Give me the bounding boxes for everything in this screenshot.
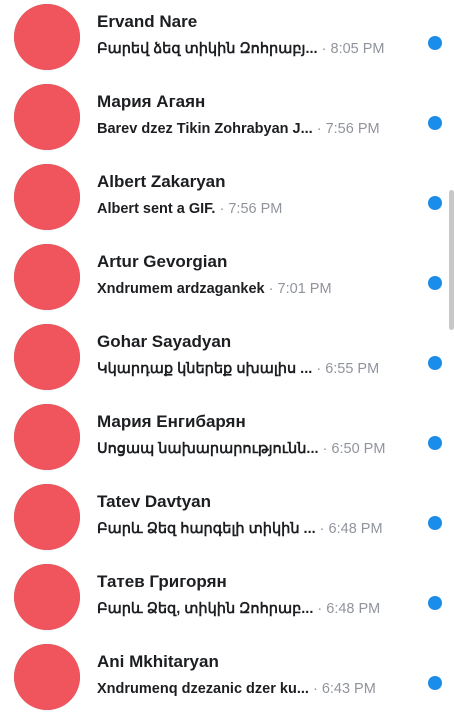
message-preview: Albert sent a GIF.: [97, 201, 216, 217]
scrollbar-thumb[interactable]: [449, 190, 454, 330]
unread-dot-icon: [428, 356, 442, 370]
conversation-row[interactable]: Мария Агаян Barev dzez Tikin Zohrabyan J…: [0, 80, 446, 160]
avatar-redaction: [14, 4, 80, 70]
contact-name: Tatev Davtyan: [97, 492, 212, 511]
conversation-list: Ervand Nare Բարեվ ձեզ տիկին Զոհրաբյ... ·…: [0, 0, 454, 716]
message-preview: Կկարդաք կներեք սխալիս ...: [97, 361, 313, 377]
message-time: 6:48 PM: [326, 601, 381, 617]
contact-name: Ervand Nare: [97, 12, 198, 31]
contact-name: Мария Агаян: [97, 92, 206, 111]
avatar: [14, 244, 80, 310]
separator: ·: [316, 121, 322, 137]
unread-dot-icon: [428, 36, 442, 50]
unread-dot-icon: [428, 196, 442, 210]
avatar: [14, 644, 80, 710]
message-meta: Xndrumem ardzagankek · 7:01 PM: [97, 281, 413, 297]
avatar: [14, 404, 80, 470]
separator: ·: [316, 361, 322, 377]
avatar-redaction: [14, 404, 80, 470]
message-meta: Albert sent a GIF. · 7:56 PM: [97, 201, 413, 217]
avatar: [14, 164, 80, 230]
message-preview: Սոցապ նախարարությունն...: [97, 441, 319, 457]
avatar: [14, 564, 80, 630]
message-time: 7:56 PM: [228, 201, 283, 217]
separator: ·: [319, 521, 325, 537]
separator: ·: [312, 681, 318, 697]
scrollbar-track[interactable]: [447, 0, 454, 716]
avatar-redaction: [14, 164, 80, 230]
unread-dot-icon: [428, 676, 442, 690]
unread-dot-icon: [428, 116, 442, 130]
message-time: 6:55 PM: [325, 361, 380, 377]
avatar-redaction: [14, 324, 80, 390]
conversation-row[interactable]: Ani Mkhitaryan Xndrumenq dzezanic dzer k…: [0, 640, 446, 716]
conversation-row[interactable]: Татев Григорян Բարև Ձեզ, տիկին Զոհրաբ...…: [0, 560, 446, 640]
unread-dot-icon: [428, 596, 442, 610]
message-meta: Սոցապ նախարարությունն... · 6:50 PM: [97, 441, 413, 457]
contact-name: Мария Енгибарян: [97, 412, 246, 431]
message-preview: Barev dzez Tikin Zohrabyan J...: [97, 121, 313, 137]
contact-name: Artur Gevorgian: [97, 252, 228, 271]
conversation-row[interactable]: Artur Gevorgian Xndrumem ardzagankek · 7…: [0, 240, 446, 320]
message-time: 7:01 PM: [277, 281, 332, 297]
conversation-row[interactable]: Albert Zakaryan Albert sent a GIF. · 7:5…: [0, 160, 446, 240]
message-meta: Կկարդաք կներեք սխալիս ... · 6:55 PM: [97, 361, 413, 377]
avatar-redaction: [14, 644, 80, 710]
avatar-redaction: [14, 484, 80, 550]
message-meta: Բարեվ ձեզ տիկին Զոհրաբյ... · 8:05 PM: [97, 41, 413, 57]
separator: ·: [322, 441, 328, 457]
contact-name: Татев Григорян: [97, 572, 227, 591]
message-preview: Xndrumem ardzagankek: [97, 281, 265, 297]
conversation-row[interactable]: Ervand Nare Բարեվ ձեզ տիկին Զոհրաբյ... ·…: [0, 0, 446, 80]
separator: ·: [219, 201, 225, 217]
message-time: 7:56 PM: [325, 121, 380, 137]
message-time: 6:50 PM: [331, 441, 386, 457]
unread-dot-icon: [428, 436, 442, 450]
unread-dot-icon: [428, 516, 442, 530]
message-meta: Barev dzez Tikin Zohrabyan J... · 7:56 P…: [97, 121, 413, 137]
contact-name: Ani Mkhitaryan: [97, 652, 219, 671]
message-preview: Xndrumenq dzezanic dzer ku...: [97, 681, 309, 697]
message-preview: Բարև Ձեզ, տիկին Զոհրաբ...: [97, 601, 314, 617]
avatar: [14, 4, 80, 70]
contact-name: Albert Zakaryan: [97, 172, 226, 191]
message-time: 8:05 PM: [330, 41, 385, 57]
separator: ·: [321, 41, 327, 57]
avatar-redaction: [14, 564, 80, 630]
message-preview: Բարև Ձեզ հարգելի տիկին ...: [97, 521, 316, 537]
unread-dot-icon: [428, 276, 442, 290]
avatar-redaction: [14, 84, 80, 150]
avatar-redaction: [14, 244, 80, 310]
avatar: [14, 84, 80, 150]
message-meta: Բարև Ձեզ, տիկին Զոհրաբ... · 6:48 PM: [97, 601, 413, 617]
message-time: 6:43 PM: [321, 681, 376, 697]
contact-name: Gohar Sayadyan: [97, 332, 232, 351]
avatar: [14, 324, 80, 390]
conversation-row[interactable]: Gohar Sayadyan Կկարդաք կներեք սխալիս ...…: [0, 320, 446, 400]
message-meta: Բարև Ձեզ հարգելի տիկին ... · 6:48 PM: [97, 521, 413, 537]
separator: ·: [317, 601, 323, 617]
separator: ·: [268, 281, 274, 297]
conversation-row[interactable]: Tatev Davtyan Բարև Ձեզ հարգելի տիկին ...…: [0, 480, 446, 560]
message-preview: Բարեվ ձեզ տիկին Զոհրաբյ...: [97, 41, 318, 57]
message-time: 6:48 PM: [328, 521, 383, 537]
conversation-row[interactable]: Мария Енгибарян Սոցապ նախարարությունն...…: [0, 400, 446, 480]
avatar: [14, 484, 80, 550]
message-meta: Xndrumenq dzezanic dzer ku... · 6:43 PM: [97, 681, 413, 697]
